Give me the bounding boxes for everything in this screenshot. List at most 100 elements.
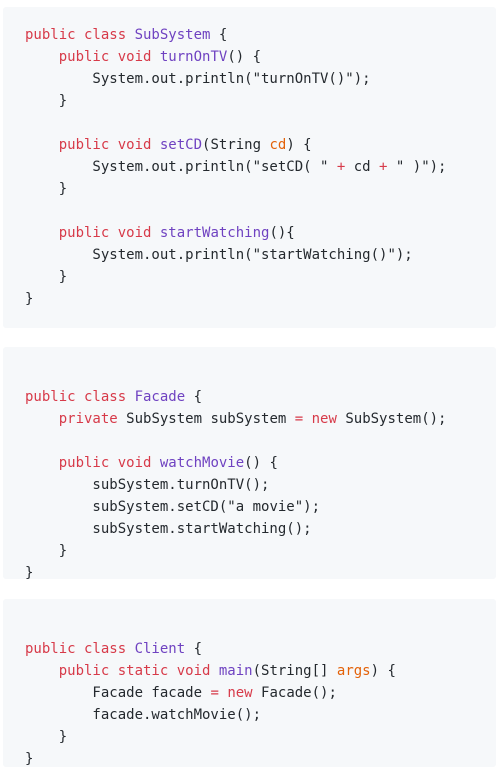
code-token-plain: } (25, 729, 68, 745)
code-token-keyword: public class (25, 389, 135, 405)
code-line: public void startWatching(){ (25, 222, 496, 244)
code-line: } (25, 90, 496, 112)
code-line: public void watchMovie() { (25, 452, 496, 474)
code-token-plain: } (25, 93, 68, 109)
code-line: subSystem.setCD("a movie"); (25, 496, 496, 518)
code-line: } (25, 288, 496, 310)
code-token-plain: } (25, 543, 68, 559)
code-token-string: " )" (395, 159, 430, 175)
code-line: public void setCD(String cd) { (25, 134, 496, 156)
code-block-facade: public class Facade { private SubSystem … (3, 347, 496, 581)
code-token-keyword: public static void (58, 663, 219, 679)
code-token-plain: } (25, 291, 34, 307)
code-token-name: watchMovie (159, 455, 245, 471)
code-token-op: = (294, 411, 304, 427)
code-token-plain: System.out.println( (25, 71, 253, 87)
code-token-name: Facade (134, 389, 186, 405)
code-token-name: SubSystem (134, 27, 211, 43)
code-block-client: public class Client { public static void… (3, 599, 496, 767)
code-line: Facade facade = new Facade(); (25, 682, 496, 704)
code-token-plain: subSystem.startWatching(); (25, 521, 312, 537)
code-line: public static void main(String[] args) { (25, 660, 496, 682)
code-token-op: = (210, 685, 219, 701)
code-token-param: args (336, 663, 371, 679)
code-token-plain: System.out.println( (25, 159, 253, 175)
code-page: { "colors": { "block_background": "#f6f8… (0, 0, 497, 772)
code-token-name: startWatching (159, 225, 270, 241)
code-line: public void turnOnTV() { (25, 46, 496, 68)
code-token-plain: (String[] (252, 663, 337, 679)
code-line: public class Client { (25, 638, 496, 660)
code-token-plain: ); (429, 159, 447, 175)
code-line: subSystem.startWatching(); (25, 518, 496, 540)
code-token-plain: subSystem.turnOnTV(); (25, 477, 270, 493)
code-token-plain: ); (303, 499, 321, 515)
code-token-plain: ); (353, 71, 371, 87)
code-line: } (25, 266, 496, 288)
code-token-keyword: new (311, 411, 337, 427)
code-token-plain: { (185, 389, 203, 405)
code-token-plain: Facade(); (252, 685, 337, 701)
code-token-plain: SubSystem(); (336, 411, 447, 427)
code-token-name: Client (134, 641, 186, 657)
code-token-plain: { (210, 27, 228, 43)
code-line: private SubSystem subSystem = new SubSys… (25, 408, 496, 430)
code-token-plain: (String (202, 137, 270, 153)
code-token-keyword: public class (25, 641, 135, 657)
code-block-subsystem: public class SubSystem { public void tur… (3, 7, 496, 328)
code-token-plain: ) { (370, 663, 396, 679)
code-token-plain: } (25, 181, 68, 197)
code-line: facade.watchMovie(); (25, 704, 496, 726)
code-token-string: "a movie" (227, 499, 304, 515)
code-token-plain: SubSystem subSystem (126, 411, 295, 427)
code-token-string: "turnOnTV()" (252, 71, 354, 87)
code-line: public class SubSystem { (25, 24, 496, 46)
code-token-keyword: new (227, 685, 253, 701)
code-token-plain: { (185, 641, 203, 657)
code-token-plain: System.out.println( (25, 247, 253, 263)
code-line: System.out.println("turnOnTV()"); (25, 68, 496, 90)
code-line: } (25, 726, 496, 748)
code-line: } (25, 178, 496, 200)
code-line: } (25, 562, 496, 584)
code-token-plain: () { (244, 455, 278, 471)
code-token-keyword: public class (25, 27, 135, 43)
code-token-plain: } (25, 269, 68, 285)
code-token-plain: facade.watchMovie(); (25, 707, 262, 723)
code-token-keyword: public void (58, 137, 160, 153)
code-token-string: "startWatching()" (252, 247, 396, 263)
code-line: } (25, 540, 496, 562)
code-token-plain: (){ (269, 225, 295, 241)
code-token-plain: } (25, 565, 34, 581)
code-token-name: setCD (159, 137, 203, 153)
code-token-plain: ); (395, 247, 413, 263)
code-token-keyword: public void (58, 225, 160, 241)
code-token-name: turnOnTV (159, 49, 228, 65)
code-token-plain: ) { (286, 137, 312, 153)
code-token-plain: } (25, 751, 34, 767)
code-token-plain: Facade facade (25, 685, 211, 701)
code-token-plain: cd (345, 159, 380, 175)
code-line: public class Facade { (25, 386, 496, 408)
code-token-param: cd (269, 137, 287, 153)
code-line: System.out.println("startWatching()"); (25, 244, 496, 266)
code-token-string: "setCD( " (252, 159, 329, 175)
code-token-plain: subSystem.setCD( (25, 499, 228, 515)
code-line: System.out.println("setCD( " + cd + " )"… (25, 156, 496, 178)
code-token-keyword: public void (58, 455, 160, 471)
code-token-keyword: private (58, 411, 127, 427)
code-token-name: main (218, 663, 253, 679)
code-token-keyword: public void (58, 49, 160, 65)
